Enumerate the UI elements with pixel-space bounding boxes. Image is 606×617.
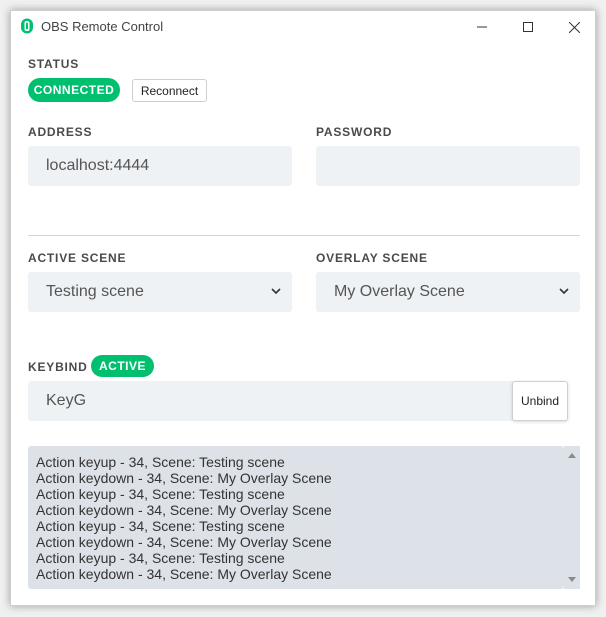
app-icon xyxy=(21,18,33,34)
log-line: Action keyup - 34, Scene: Testing scene xyxy=(36,550,285,566)
chevron-down-icon xyxy=(271,288,281,295)
log-line: Action keydown - 34, Scene: My Overlay S… xyxy=(36,534,332,550)
overlay-scene-select[interactable]: My Overlay Scene xyxy=(316,272,580,312)
log-line: Action keyup - 34, Scene: Testing scene xyxy=(36,518,285,534)
log-scrollbar[interactable] xyxy=(564,446,580,589)
address-input[interactable]: localhost:4444 xyxy=(28,146,292,186)
overlay-scene-value: My Overlay Scene xyxy=(334,283,465,300)
keybind-label: KEYBIND xyxy=(28,360,88,374)
connection-status-badge: CONNECTED xyxy=(28,78,120,102)
overlay-scene-label: OVERLAY SCENE xyxy=(316,251,428,265)
unbind-button[interactable]: Unbind xyxy=(512,381,568,421)
scroll-down-icon[interactable] xyxy=(568,577,576,583)
maximize-button[interactable] xyxy=(505,15,551,39)
action-log[interactable]: Action keyup - 34, Scene: Testing scene … xyxy=(28,446,564,589)
log-line: Action keyup - 34, Scene: Testing scene xyxy=(36,454,285,470)
keybind-active-badge: ACTIVE xyxy=(91,355,154,377)
status-label: STATUS xyxy=(28,57,80,71)
title-bar[interactable]: OBS Remote Control xyxy=(11,11,595,41)
app-window: OBS Remote Control STATUS CONNECTED Reco… xyxy=(10,10,596,606)
address-label: ADDRESS xyxy=(28,125,93,139)
close-button[interactable] xyxy=(551,15,595,39)
log-line: Action keydown - 34, Scene: My Overlay S… xyxy=(36,502,332,518)
password-input[interactable] xyxy=(316,146,580,186)
reconnect-button[interactable]: Reconnect xyxy=(132,79,207,102)
scroll-up-icon[interactable] xyxy=(568,452,576,458)
active-scene-value: Testing scene xyxy=(46,283,144,300)
minimize-button[interactable] xyxy=(459,15,505,39)
chevron-down-icon xyxy=(559,288,569,295)
log-line: Action keydown - 34, Scene: My Overlay S… xyxy=(36,566,332,582)
log-line: Action keyup - 34, Scene: Testing scene xyxy=(36,486,285,502)
section-divider xyxy=(28,235,580,236)
active-scene-label: ACTIVE SCENE xyxy=(28,251,127,265)
window-title: OBS Remote Control xyxy=(41,19,164,34)
active-scene-select[interactable]: Testing scene xyxy=(28,272,292,312)
close-icon xyxy=(568,21,580,33)
password-label: PASSWORD xyxy=(316,125,393,139)
maximize-icon xyxy=(523,22,533,32)
minimize-icon xyxy=(477,26,487,28)
keybind-input[interactable]: KeyG xyxy=(28,381,514,421)
log-line: Action keydown - 34, Scene: My Overlay S… xyxy=(36,470,332,486)
